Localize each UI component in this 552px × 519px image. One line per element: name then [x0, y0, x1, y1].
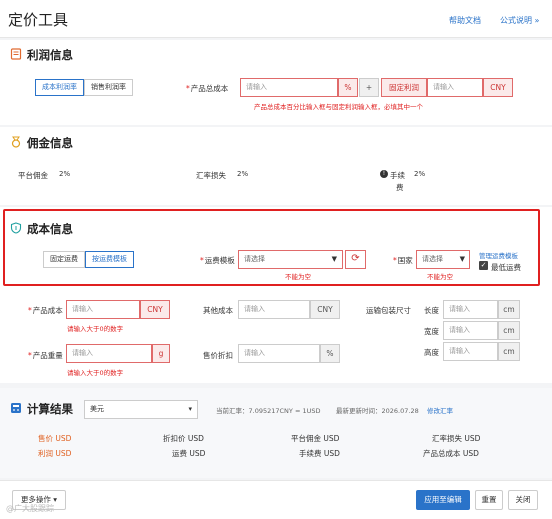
watermark: @广大股跟踪 — [6, 504, 54, 513]
freight-mode-toggle: 固定运费 按运费模板 — [43, 251, 134, 268]
result-freight: 运费 USD — [172, 449, 206, 458]
width-input[interactable]: 请输入 — [443, 321, 498, 340]
commission-icon — [11, 136, 21, 148]
chevron-down-icon: ▼ — [459, 255, 465, 263]
product-weight-error: 请输入大于0的数字 — [67, 369, 124, 377]
formula-link[interactable]: 公式说明 » — [500, 15, 539, 26]
percent-addon: % — [338, 78, 358, 97]
product-weight-input[interactable]: 请输入 — [66, 344, 152, 363]
country-select[interactable]: 请选择 ▼ — [416, 250, 470, 269]
template-freight-option[interactable]: 按运费模板 — [85, 251, 134, 268]
freight-template-label: 运费模板 — [200, 255, 235, 266]
platform-commission-label: 平台佣金 — [18, 171, 48, 180]
page-title: 定价工具 — [8, 11, 69, 29]
plus-addon: + — [359, 78, 379, 97]
weight-unit: g — [152, 344, 170, 363]
refresh-button[interactable]: ⟳ — [345, 250, 366, 269]
apply-to-edit-button[interactable]: 应用至编辑 — [416, 490, 470, 510]
result-sale-price: 售价 USD — [38, 434, 72, 443]
result-total-cost: 产品总成本 USD — [423, 449, 479, 458]
freight-template-select[interactable]: 请选择 ▼ — [238, 250, 343, 269]
profit-hint: 产品总成本百分比输入框与固定利润输入框，必填其中一个 — [254, 103, 423, 111]
total-cost-label: 产品总成本 — [186, 83, 229, 94]
result-profit: 利润 USD — [38, 449, 72, 458]
help-docs-link[interactable]: 帮助文档 — [449, 15, 481, 26]
rate-updated-text: 最新更新时间：2026.07.28 — [336, 407, 419, 415]
profit-doc-icon — [10, 48, 22, 60]
profit-section-title: 利润信息 — [27, 48, 73, 62]
edit-rate-link[interactable]: 修改汇率 — [427, 405, 453, 415]
result-currency-select[interactable]: 美元 ▾ — [84, 400, 198, 419]
other-cost-currency: CNY — [310, 300, 340, 319]
reset-button[interactable]: 重置 — [475, 490, 503, 510]
fixed-profit-addon: 固定利润 — [381, 78, 427, 97]
length-unit: cm — [498, 300, 520, 319]
result-discount-price: 折扣价 USD — [163, 434, 204, 443]
country-label: 国家 — [393, 255, 413, 266]
cost-margin-option[interactable]: 成本利润率 — [35, 79, 84, 96]
fixed-freight-option[interactable]: 固定运费 — [43, 251, 85, 268]
commission-section-title: 佣金信息 — [27, 136, 73, 150]
highlight-box — [3, 209, 540, 286]
fixed-profit-input[interactable]: 请输入 — [427, 78, 483, 97]
chevron-down-icon: ▼ — [331, 255, 337, 263]
fee-value: 2% — [414, 170, 426, 178]
height-unit: cm — [498, 342, 520, 361]
total-cost-percent-input[interactable]: 请输入 — [240, 78, 338, 97]
country-error: 不能为空 — [427, 273, 453, 281]
product-cost-input[interactable]: 请输入 — [66, 300, 140, 319]
cheapest-label: 最低运费 — [491, 263, 521, 272]
profit-mode-toggle: 成本利润率 销售利润率 — [35, 79, 133, 96]
cost-section-title: 成本信息 — [27, 222, 73, 236]
result-fee: 手续费 USD — [299, 449, 340, 458]
product-weight-label: 产品重量 — [28, 350, 63, 361]
width-label: 宽度 — [424, 327, 439, 336]
info-icon: ! — [380, 170, 388, 178]
cost-shield-icon — [10, 222, 22, 234]
product-cost-error: 请输入大于0的数字 — [67, 325, 124, 333]
fee-label-line1: 手续 — [390, 171, 405, 180]
cheapest-checkbox[interactable]: ✓ — [479, 261, 488, 270]
manage-template-link[interactable]: 管理运费模板 — [479, 250, 518, 260]
other-cost-label: 其他成本 — [203, 306, 233, 315]
sales-margin-option[interactable]: 销售利润率 — [84, 79, 133, 96]
product-cost-label: 产品成本 — [28, 305, 63, 316]
discount-input[interactable]: 请输入 — [238, 344, 320, 363]
commission-panel — [0, 127, 552, 205]
calculator-icon — [11, 403, 21, 413]
close-button[interactable]: 关闭 — [508, 490, 538, 510]
length-input[interactable]: 请输入 — [443, 300, 498, 319]
discount-percent: % — [320, 344, 340, 363]
chevron-down-icon: ▾ — [188, 405, 192, 413]
result-platform-commission: 平台佣金 USD — [291, 434, 340, 443]
package-size-label: 运输包装尺寸 — [366, 306, 411, 315]
width-unit: cm — [498, 321, 520, 340]
fx-loss-label: 汇率损失 — [196, 171, 226, 180]
height-input[interactable]: 请输入 — [443, 342, 498, 361]
freight-template-error: 不能为空 — [285, 273, 311, 281]
result-section-title: 计算结果 — [27, 402, 73, 416]
other-cost-input[interactable]: 请输入 — [238, 300, 310, 319]
product-cost-currency: CNY — [140, 300, 170, 319]
height-label: 高度 — [424, 348, 439, 357]
fx-loss-value: 2% — [237, 170, 249, 178]
exchange-rate-text: 当前汇率：7.095217CNY = 1USD — [216, 407, 321, 415]
result-fx-loss: 汇率损失 USD — [432, 434, 481, 443]
fixed-profit-currency: CNY — [483, 78, 513, 97]
platform-commission-value: 2% — [59, 170, 71, 178]
discount-label: 售价折扣 — [203, 351, 233, 360]
fee-label-line2: 费 — [396, 183, 404, 192]
length-label: 长度 — [424, 306, 439, 315]
